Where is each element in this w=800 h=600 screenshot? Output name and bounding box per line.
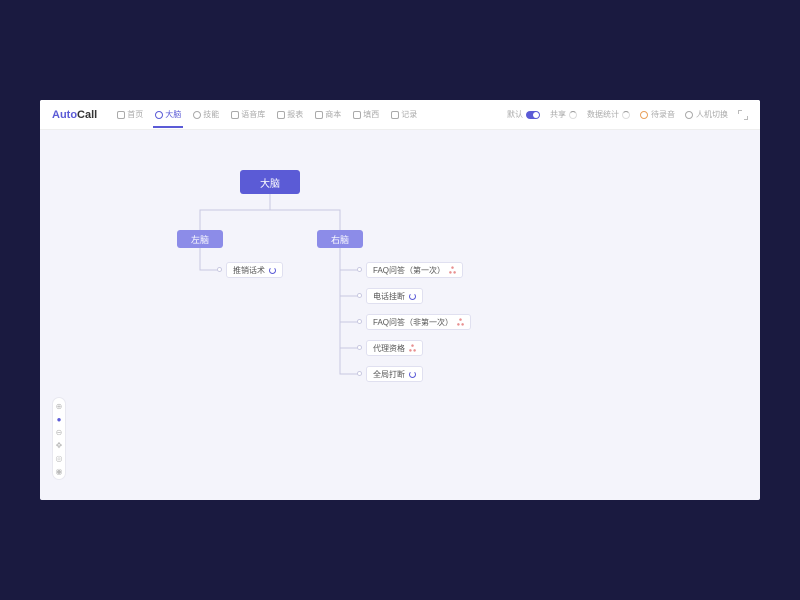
- person-icon: [685, 111, 693, 119]
- pan-button[interactable]: ✥: [55, 441, 63, 449]
- share-tool[interactable]: 共享: [550, 109, 577, 120]
- pin-icon: [640, 111, 648, 119]
- spinner-icon: [569, 111, 577, 119]
- nav-skill[interactable]: 技能: [191, 101, 221, 128]
- waiting-tool[interactable]: 待录音: [640, 109, 675, 120]
- stats-tool[interactable]: 数据统计: [587, 109, 630, 120]
- zoom-in-button[interactable]: ⊕: [55, 402, 63, 410]
- node-leaf-left-0[interactable]: 推销话术: [226, 262, 283, 278]
- log-icon: [391, 111, 399, 119]
- switch-tool[interactable]: 人机切换: [685, 109, 728, 120]
- right-tools: 默认 共享 数据统计 待录音 人机切换: [507, 109, 748, 120]
- connector-dot: [357, 293, 362, 298]
- logo[interactable]: AutoCall: [52, 109, 97, 121]
- view-button[interactable]: ◉: [55, 467, 63, 475]
- node-root[interactable]: 大脑: [240, 170, 300, 194]
- default-toggle[interactable]: 默认: [507, 109, 540, 120]
- fullscreen-icon[interactable]: [738, 110, 748, 120]
- nav-report[interactable]: 报表: [275, 101, 305, 128]
- connector-dot: [357, 345, 362, 350]
- node-leaf-right-4[interactable]: 全局打断: [366, 366, 423, 382]
- node-leaf-right-2[interactable]: FAQ问答（非第一次）: [366, 314, 471, 330]
- voice-icon: [231, 111, 239, 119]
- connector-dot: [357, 267, 362, 272]
- node-leaf-right-1[interactable]: 电话挂断: [366, 288, 423, 304]
- nav-fill[interactable]: 填西: [351, 101, 381, 128]
- toggle-icon: [526, 111, 540, 119]
- canvas[interactable]: 大脑 左脑 右脑 推销话术 FAQ问答（第一次） 电话挂断 FAQ问答（非第一次…: [40, 130, 760, 500]
- select-button[interactable]: ●: [55, 415, 63, 423]
- nav-brain[interactable]: 大脑: [153, 101, 183, 128]
- nav-book[interactable]: 商本: [313, 101, 343, 128]
- nav-voice[interactable]: 语音库: [229, 101, 267, 128]
- fork-icon: [409, 344, 416, 352]
- nav-log[interactable]: 记录: [389, 101, 419, 128]
- nav: 首页 大脑 技能 语音库 报表 商本 填西 记录: [115, 101, 419, 128]
- fork-icon: [457, 318, 464, 326]
- fit-button[interactable]: ◎: [55, 454, 63, 462]
- spinner-icon: [622, 111, 630, 119]
- refresh-icon: [409, 293, 416, 300]
- refresh-icon: [269, 267, 276, 274]
- book-icon: [315, 111, 323, 119]
- skill-icon: [193, 111, 201, 119]
- brain-icon: [155, 111, 163, 119]
- node-right-branch[interactable]: 右脑: [317, 230, 363, 248]
- header: AutoCall 首页 大脑 技能 语音库 报表 商本 填西 记录 默认 共享 …: [40, 100, 760, 130]
- canvas-toolbar: ⊕ ● ⊖ ✥ ◎ ◉: [52, 397, 66, 480]
- zoom-out-button[interactable]: ⊖: [55, 428, 63, 436]
- connector-dot: [357, 371, 362, 376]
- connector-dot: [217, 267, 222, 272]
- node-leaf-right-3[interactable]: 代理资格: [366, 340, 423, 356]
- refresh-icon: [409, 371, 416, 378]
- connector-dot: [357, 319, 362, 324]
- fork-icon: [449, 266, 456, 274]
- home-icon: [117, 111, 125, 119]
- fill-icon: [353, 111, 361, 119]
- nav-home[interactable]: 首页: [115, 101, 145, 128]
- node-leaf-right-0[interactable]: FAQ问答（第一次）: [366, 262, 463, 278]
- node-left-branch[interactable]: 左脑: [177, 230, 223, 248]
- report-icon: [277, 111, 285, 119]
- app-window: AutoCall 首页 大脑 技能 语音库 报表 商本 填西 记录 默认 共享 …: [40, 100, 760, 500]
